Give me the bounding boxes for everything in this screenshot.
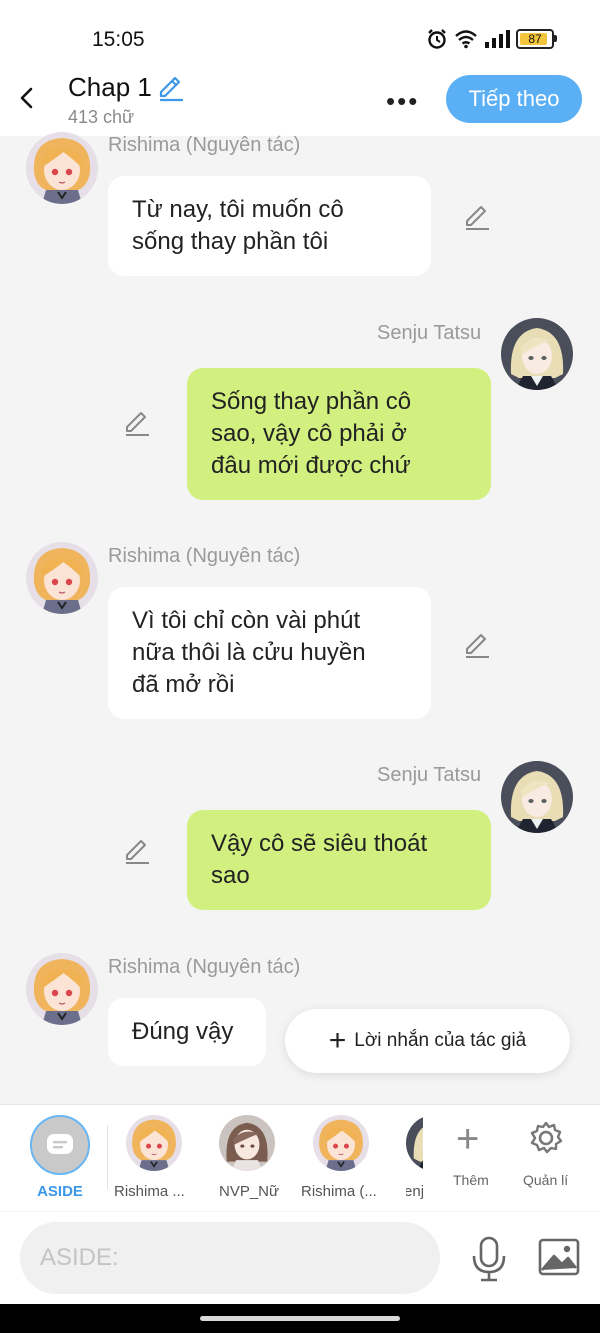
pencil-icon[interactable]: [462, 630, 492, 660]
back-arrow-icon[interactable]: [14, 84, 42, 112]
message-line: Đúng vậy: [132, 1018, 234, 1045]
message-line: đã mở rồi: [132, 671, 235, 698]
chat-icon: [47, 1134, 73, 1154]
character-name: Rishima (...: [301, 1183, 377, 1200]
avatar[interactable]: [501, 318, 573, 390]
sender-name: Senju Tatsu: [377, 764, 482, 786]
sender-name: Senju Tatsu: [377, 322, 482, 344]
gear-icon[interactable]: [527, 1119, 565, 1157]
chapter-title: Chap 1: [68, 72, 152, 102]
avatar[interactable]: [26, 542, 98, 614]
manage-label: Quản lí: [523, 1172, 569, 1188]
character-name: Rishima ...: [114, 1183, 185, 1200]
message-line: Vậy cô sẽ siêu thoát: [211, 830, 428, 857]
message-line: đâu mới được chứ: [211, 452, 411, 479]
pencil-icon[interactable]: [122, 836, 152, 866]
pencil-icon[interactable]: [156, 73, 186, 103]
aside-button[interactable]: [30, 1115, 90, 1175]
message-line: Sống thay phần cô: [211, 388, 412, 415]
pencil-icon[interactable]: [122, 408, 152, 438]
avatar[interactable]: [501, 761, 573, 833]
more-icon[interactable]: •••: [386, 86, 419, 117]
avatar[interactable]: [26, 953, 98, 1025]
image-icon[interactable]: [538, 1238, 580, 1276]
battery-indicator: 87: [516, 29, 557, 49]
message-bubble[interactable]: Vì tôi chỉ còn vài phút nữa thôi là cửu …: [108, 587, 431, 719]
character-clip: Senj: [406, 1115, 423, 1205]
home-indicator[interactable]: [200, 1316, 400, 1321]
plus-icon[interactable]: +: [456, 1119, 479, 1159]
battery-level: 87: [528, 32, 542, 46]
message-bubble[interactable]: Đúng vậy: [108, 998, 266, 1066]
status-time: 15:05: [92, 28, 145, 51]
pencil-icon[interactable]: [462, 202, 492, 232]
message-input[interactable]: [20, 1222, 440, 1294]
message-line: Vì tôi chỉ còn vài phút: [132, 607, 361, 634]
character-avatar[interactable]: [219, 1115, 275, 1171]
wifi-icon: [455, 30, 477, 49]
message-bubble[interactable]: Sống thay phần cô sao, vậy cô phải ở đâu…: [187, 368, 491, 500]
add-character-label: Thêm: [453, 1172, 489, 1188]
message-line: Từ nay, tôi muốn cô: [132, 196, 344, 223]
next-button[interactable]: Tiếp theo: [446, 75, 582, 123]
message-line: sống thay phần tôi: [132, 228, 329, 255]
message-line: sao, vậy cô phải ở: [211, 420, 407, 447]
avatar[interactable]: [26, 132, 98, 204]
divider: [107, 1125, 108, 1189]
word-count: 413 chữ: [68, 107, 135, 127]
status-bar: 15:05 87: [0, 0, 600, 70]
aside-label: ASIDE: [37, 1183, 83, 1200]
chapter-header: Chap 1 413 chữ ••• Tiếp theo: [0, 70, 600, 136]
author-note-label: Lời nhắn của tác giả: [354, 1030, 527, 1051]
input-bar: [0, 1212, 600, 1304]
author-note-button[interactable]: + Lời nhắn của tác giả: [285, 1009, 570, 1073]
character-bar: ASIDE Rishima ... NVP_Nữ Rishima (... Se…: [0, 1104, 600, 1211]
status-icons: 87: [426, 28, 557, 50]
message-bubble[interactable]: Vậy cô sẽ siêu thoát sao: [187, 810, 491, 910]
character-name: Senj: [406, 1183, 423, 1200]
character-name: NVP_Nữ: [219, 1183, 280, 1200]
sender-name: Rishima (Nguyên tác): [108, 956, 301, 978]
system-nav-bar: [0, 1304, 600, 1333]
message-line: sao: [211, 862, 250, 889]
sender-name: Rishima (Nguyên tác): [108, 134, 301, 156]
plus-icon: +: [328, 1024, 347, 1057]
microphone-icon[interactable]: [470, 1236, 508, 1282]
signal-icon: [485, 30, 510, 48]
sender-name: Rishima (Nguyên tác): [108, 545, 301, 567]
message-bubble[interactable]: Từ nay, tôi muốn cô sống thay phần tôi: [108, 176, 431, 276]
character-avatar[interactable]: [126, 1115, 182, 1171]
character-avatar[interactable]: [313, 1115, 369, 1171]
alarm-icon: [428, 29, 446, 49]
message-line: nữa thôi là cửu huyền: [132, 639, 366, 666]
character-avatar[interactable]: [406, 1115, 423, 1171]
